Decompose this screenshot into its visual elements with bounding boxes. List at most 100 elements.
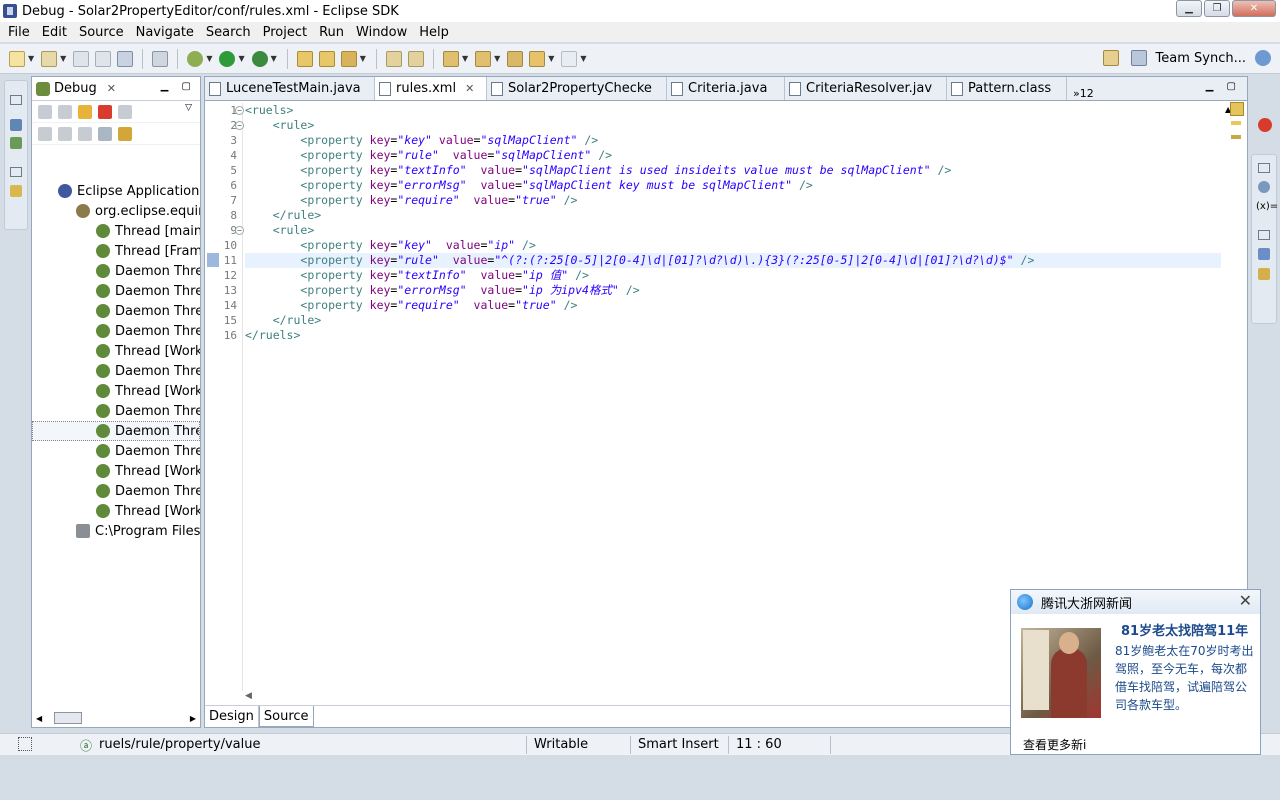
scroll-left-icon[interactable]: ◀ [36,714,42,723]
fold-collapse-icon[interactable]: − [235,106,244,115]
scroll-left-icon[interactable]: ◀ [245,691,252,701]
new-icon[interactable] [9,50,25,67]
outline-view-icon[interactable] [1258,248,1270,260]
tab-solar2propertychecker[interactable]: Solar2PropertyChecke [487,77,667,100]
new-package-icon[interactable] [41,50,58,67]
more-news-link[interactable]: 查看更多新i [1023,736,1086,753]
suspend-icon[interactable] [78,104,92,119]
close-icon[interactable]: ✕ [1239,591,1252,610]
fold-collapse-icon[interactable]: − [235,121,244,130]
ruler-warning-marker[interactable] [1231,121,1241,125]
open-perspective-icon[interactable] [1102,50,1119,66]
expressions-icon[interactable]: (x)= [1256,201,1278,212]
resume-icon[interactable] [58,104,72,119]
tab-criteria[interactable]: Criteria.java [667,77,785,100]
chevron-down-icon[interactable]: ▼ [271,54,277,63]
debug-icon[interactable] [187,50,204,67]
code-line[interactable]: 13 <property key="errorMsg" value="ip 为i… [224,283,1235,298]
code-line[interactable]: 7 <property key="require" value="true" /… [230,193,1235,208]
news-summary[interactable]: 81岁鲍老太在70岁时考出驾照，至今无车，每次都借车找陪驾，试遍陪驾公司各款车型… [1115,642,1257,714]
code-line[interactable]: 6 <property key="errorMsg" value="sqlMap… [230,178,1235,193]
maximize-button[interactable]: ❐ [1204,0,1230,17]
close-icon[interactable]: ✕ [107,82,116,95]
tree-item-target[interactable]: org.eclipse.equin [32,201,200,221]
thread-item[interactable]: Thread [Work [32,461,200,481]
debug-tab[interactable]: Debug ✕ [32,77,116,101]
debug-perspective-icon[interactable] [1255,50,1271,66]
code-line[interactable]: 5 <property key="textInfo" value="sqlMap… [230,163,1235,178]
breakpoints-icon[interactable] [1258,118,1272,132]
tab-rules-xml[interactable]: rules.xml ✕ [375,77,487,100]
step-into-icon[interactable] [38,126,52,141]
chevron-down-icon[interactable]: ▼ [580,54,586,63]
close-button[interactable]: ✕ [1232,0,1276,17]
hierarchy-icon[interactable] [10,137,22,149]
outline-icon[interactable] [10,185,22,197]
thread-item[interactable]: Daemon Threa [32,321,200,341]
editor-view-controls[interactable]: ▁ ▢ [1206,81,1241,92]
minimize-button[interactable]: ▁ [1176,0,1202,17]
save-all-icon[interactable] [95,50,112,67]
terminate-icon[interactable] [152,50,169,67]
thread-item[interactable]: Thread [Work [32,341,200,361]
chevron-down-icon[interactable]: ▼ [462,54,468,63]
menu-project[interactable]: Project [257,25,313,40]
package-explorer-icon[interactable] [10,119,22,131]
chevron-down-icon[interactable]: ▼ [238,54,244,63]
thread-item[interactable]: Thread [Frame [32,241,200,261]
tab-lucenetestmain[interactable]: LuceneTestMain.java [205,77,375,100]
chevron-down-icon[interactable]: ▼ [360,54,366,63]
thread-item[interactable]: Daemon Threa [32,261,200,281]
news-thumbnail[interactable] [1021,628,1101,718]
run-icon[interactable] [219,50,236,67]
restore-icon[interactable] [1258,163,1270,173]
team-synch-perspective[interactable]: Team Synch... [1156,51,1246,66]
news-headline[interactable]: 81岁老太找陪驾11年 [1121,620,1248,639]
code-line[interactable]: 10 <property key="key" value="ip" /> [224,238,1235,253]
thread-item[interactable]: Daemon Threa [32,481,200,501]
drop-to-frame-icon[interactable] [98,126,112,141]
thread-item[interactable]: Thread [Work [32,381,200,401]
menu-edit[interactable]: Edit [36,25,73,40]
menu-window[interactable]: Window [350,25,413,40]
disconnect-icon[interactable] [118,104,132,119]
last-edit-icon[interactable] [507,50,524,67]
view-controls[interactable]: ▁ ▢ [161,81,196,92]
external-tools-icon[interactable] [251,50,268,67]
chevron-down-icon[interactable]: ▼ [60,54,66,63]
menu-navigate[interactable]: Navigate [130,25,200,40]
tab-overflow-indicator[interactable]: »12 [1067,87,1094,100]
use-step-filters-icon[interactable] [118,126,132,141]
tab-design[interactable]: Design [205,706,259,727]
close-icon[interactable]: ✕ [465,82,474,95]
thread-item[interactable]: Daemon Threa [32,281,200,301]
fast-view-icon[interactable] [18,737,32,751]
ruler-marker[interactable] [1231,135,1241,139]
terminate-icon[interactable] [98,104,112,119]
print-icon[interactable] [117,50,134,67]
back-icon[interactable] [529,50,546,67]
thread-item-selected[interactable]: Daemon Threa [32,421,200,441]
code-line[interactable]: 4 <property key="rule" value="sqlMapClie… [230,148,1235,163]
code-line[interactable]: 16 </ruels> [224,328,1235,343]
next-annotation-icon[interactable] [442,50,459,67]
scroll-thumb[interactable] [54,712,83,724]
code-line[interactable]: 15 </rule> [224,313,1235,328]
news-popup[interactable]: 腾讯大浙网新闻 ✕ 81岁老太找陪驾11年 81岁鲍老太在70岁时考出驾照，至今… [1010,589,1261,755]
code-line[interactable]: 3 <property key="key" value="sqlMapClien… [230,133,1235,148]
menu-help[interactable]: Help [413,25,455,40]
fold-collapse-icon[interactable]: − [235,226,244,235]
code-line[interactable]: 2− <rule> [230,118,1235,133]
tab-source[interactable]: Source [258,706,314,727]
menu-source[interactable]: Source [73,25,130,40]
restore-icon[interactable] [10,167,22,177]
thread-item[interactable]: Daemon Threa [32,301,200,321]
tab-pattern-class[interactable]: Pattern.class [947,77,1067,100]
view-menu-icon[interactable]: ▽ [185,103,192,113]
step-over-icon[interactable] [58,126,72,141]
open-type-icon[interactable] [296,50,313,67]
annotation-icon[interactable] [407,50,424,67]
prev-annotation-icon[interactable] [475,50,492,67]
debug-horizontal-scrollbar[interactable]: ◀ ▶ [36,711,196,725]
tasks-icon[interactable] [1258,268,1270,280]
